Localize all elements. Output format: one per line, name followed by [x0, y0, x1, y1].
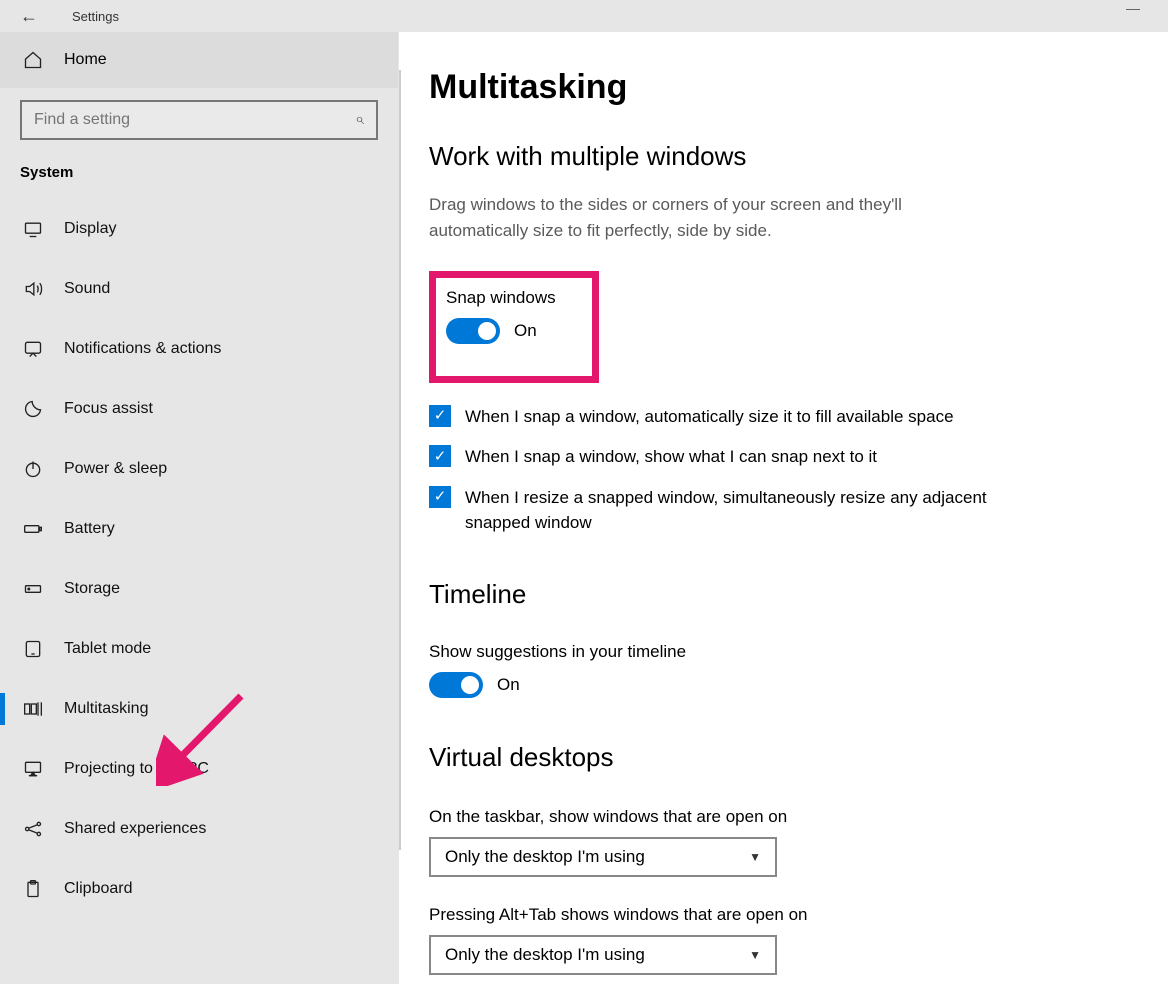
snap-check-1[interactable]: ✓ When I snap a window, automatically si… [429, 405, 989, 430]
sidebar-item-label: Power & sleep [64, 460, 167, 478]
sidebar-item-power-sleep[interactable]: Power & sleep [0, 439, 398, 499]
sidebar-nav-list: Display Sound Notifications & actions Fo… [0, 199, 398, 919]
storage-icon [22, 579, 44, 599]
sidebar-item-label: Shared experiences [64, 820, 206, 838]
snap-check-label: When I snap a window, show what I can sn… [465, 445, 877, 470]
vdesk-taskbar-dropdown[interactable]: Only the desktop I'm using ▼ [429, 837, 777, 877]
timeline-toggle[interactable] [429, 672, 483, 698]
chevron-down-icon: ▼ [749, 948, 761, 962]
sidebar-item-shared-experiences[interactable]: Shared experiences [0, 799, 398, 859]
snap-check-3[interactable]: ✓ When I resize a snapped window, simult… [429, 486, 989, 535]
section-timeline-heading: Timeline [429, 579, 1128, 610]
back-icon[interactable]: ← [20, 6, 38, 27]
sidebar-item-projecting[interactable]: Projecting to this PC [0, 739, 398, 799]
search-box[interactable]: ⌕ [20, 100, 378, 140]
section-vdesk-heading: Virtual desktops [429, 742, 1128, 773]
content-pane: Multitasking Work with multiple windows … [398, 32, 1168, 984]
battery-icon [22, 519, 44, 539]
snap-windows-toggle[interactable] [446, 318, 500, 344]
minimize-icon[interactable] [1126, 9, 1140, 10]
sidebar-item-display[interactable]: Display [0, 199, 398, 259]
sidebar-item-storage[interactable]: Storage [0, 559, 398, 619]
search-input[interactable] [34, 111, 355, 129]
sidebar-item-focus-assist[interactable]: Focus assist [0, 379, 398, 439]
sidebar-item-clipboard[interactable]: Clipboard [0, 859, 398, 919]
power-icon [22, 459, 44, 479]
sidebar-item-label: Projecting to this PC [64, 760, 209, 778]
sidebar-item-battery[interactable]: Battery [0, 499, 398, 559]
window-title: Settings [72, 9, 119, 24]
sidebar-category: System [0, 158, 398, 199]
vdesk-taskbar-label: On the taskbar, show windows that are op… [429, 807, 1128, 827]
sidebar-item-label: Clipboard [64, 880, 132, 898]
sidebar-item-sound[interactable]: Sound [0, 259, 398, 319]
tablet-icon [22, 639, 44, 659]
sidebar-item-tablet-mode[interactable]: Tablet mode [0, 619, 398, 679]
snap-windows-label: Snap windows [446, 288, 556, 308]
sidebar: Home ⌕ System Display Sound Notification… [0, 32, 398, 984]
sidebar-item-label: Display [64, 220, 116, 238]
scroll-indicator [399, 70, 401, 850]
dropdown-value: Only the desktop I'm using [445, 847, 645, 867]
checkbox-checked-icon: ✓ [429, 405, 451, 427]
sidebar-item-multitasking[interactable]: Multitasking [0, 679, 398, 739]
sidebar-item-label: Focus assist [64, 400, 153, 418]
page-title: Multitasking [429, 68, 1128, 107]
sidebar-item-label: Notifications & actions [64, 340, 221, 358]
display-icon [22, 219, 44, 239]
snap-check-2[interactable]: ✓ When I snap a window, show what I can … [429, 445, 989, 470]
titlebar: ← Settings [0, 0, 1168, 32]
sidebar-item-label: Battery [64, 520, 115, 538]
timeline-toggle-label: Show suggestions in your timeline [429, 642, 1128, 662]
sidebar-item-label: Storage [64, 580, 120, 598]
notifications-icon [22, 339, 44, 359]
home-icon [22, 50, 44, 70]
multitasking-icon [22, 699, 44, 719]
snap-check-label: When I resize a snapped window, simultan… [465, 486, 989, 535]
sidebar-home-label: Home [64, 51, 107, 69]
shared-experiences-icon [22, 819, 44, 839]
sidebar-item-notifications[interactable]: Notifications & actions [0, 319, 398, 379]
sidebar-item-label: Tablet mode [64, 640, 151, 658]
sidebar-item-label: Sound [64, 280, 110, 298]
chevron-down-icon: ▼ [749, 850, 761, 864]
dropdown-value: Only the desktop I'm using [445, 945, 645, 965]
snap-windows-toggle-state: On [514, 321, 537, 341]
timeline-toggle-state: On [497, 675, 520, 695]
clipboard-icon [22, 879, 44, 899]
vdesk-alttab-dropdown[interactable]: Only the desktop I'm using ▼ [429, 935, 777, 975]
annotation-highlight: Snap windows On [429, 271, 599, 383]
section-snap-description: Drag windows to the sides or corners of … [429, 192, 969, 245]
projecting-icon [22, 759, 44, 779]
focus-assist-icon [22, 399, 44, 419]
sidebar-item-label: Multitasking [64, 700, 148, 718]
search-icon: ⌕ [355, 111, 364, 129]
checkbox-checked-icon: ✓ [429, 486, 451, 508]
checkbox-checked-icon: ✓ [429, 445, 451, 467]
sidebar-home[interactable]: Home [0, 32, 398, 88]
section-snap-heading: Work with multiple windows [429, 141, 1128, 172]
snap-check-label: When I snap a window, automatically size… [465, 405, 954, 430]
vdesk-alttab-label: Pressing Alt+Tab shows windows that are … [429, 905, 1128, 925]
sound-icon [22, 279, 44, 299]
